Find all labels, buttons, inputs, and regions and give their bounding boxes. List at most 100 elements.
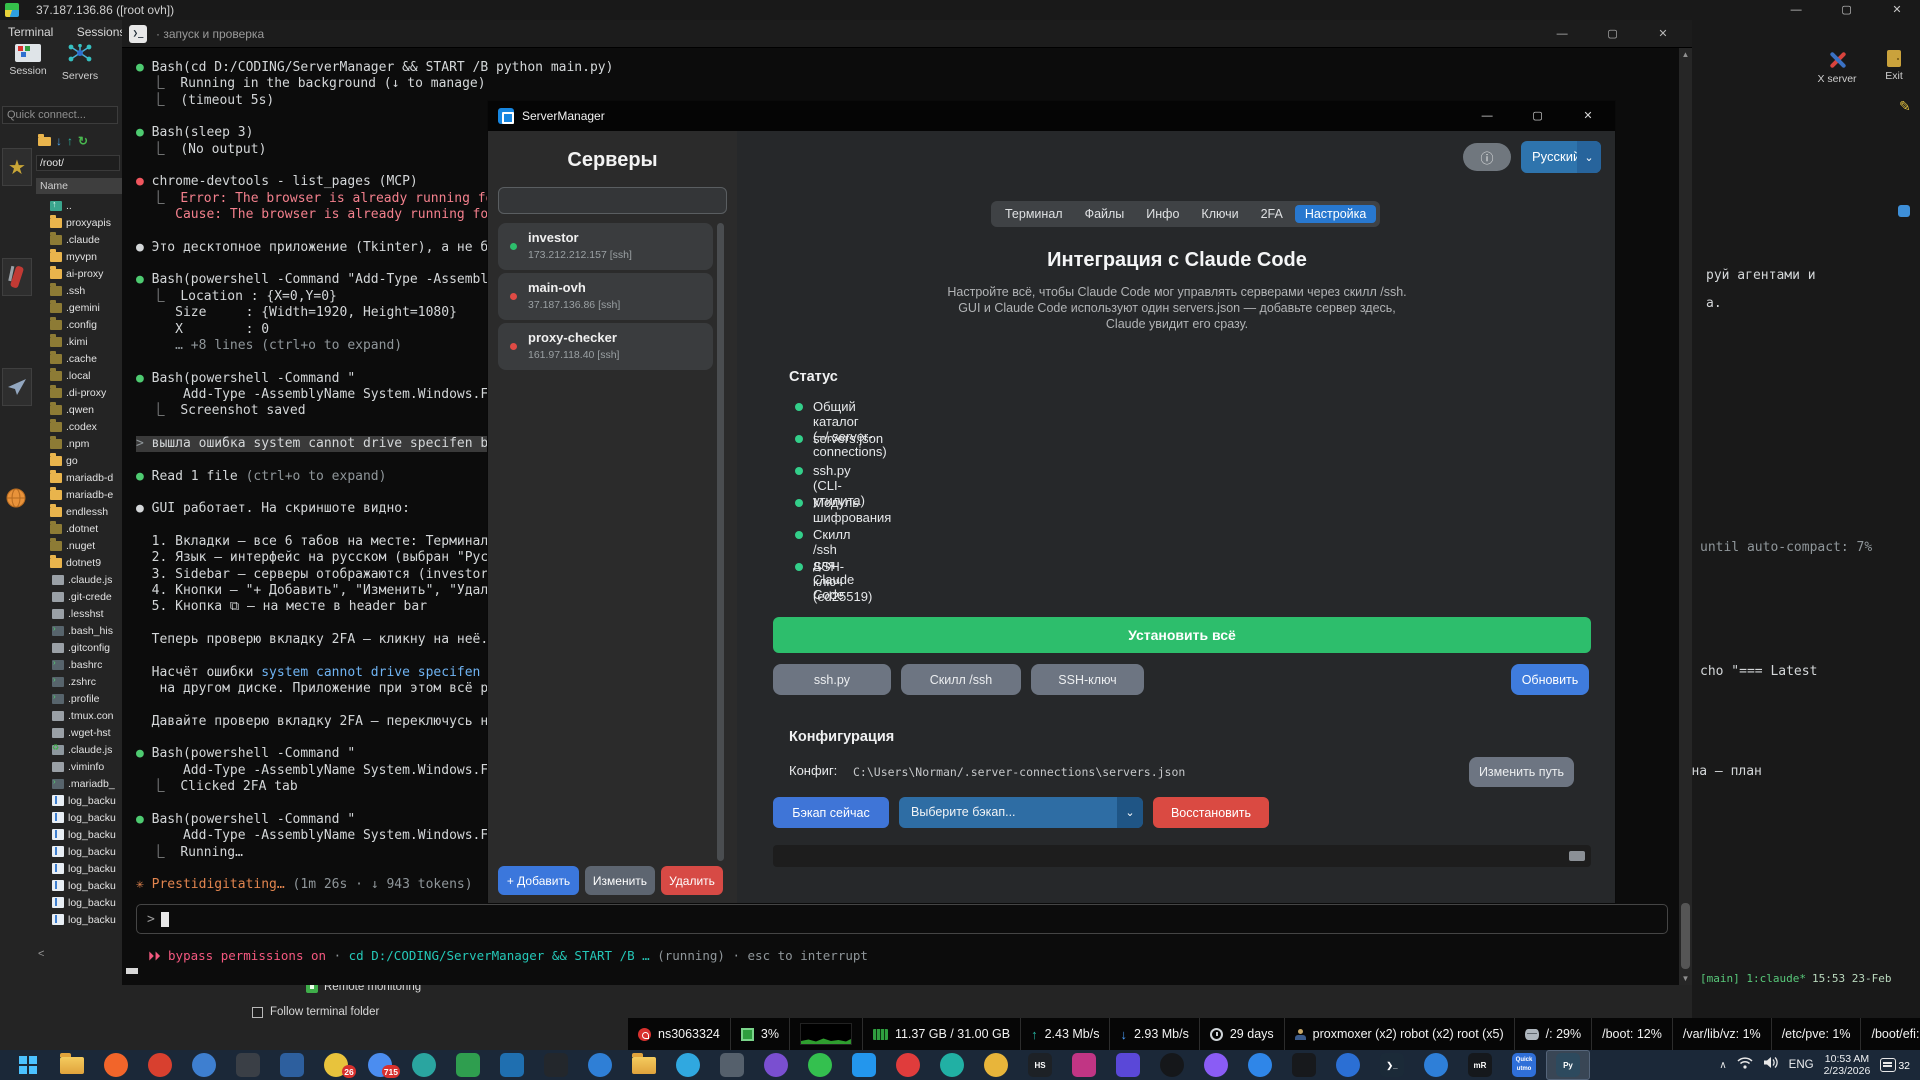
taskbar-icon-browser-red[interactable] — [138, 1050, 182, 1080]
file-item[interactable]: .claude — [36, 231, 122, 248]
file-item[interactable]: .dotnet — [36, 520, 122, 537]
path-input[interactable]: /root/ — [36, 155, 120, 171]
server-search-input[interactable] — [498, 187, 727, 214]
file-item[interactable]: go — [36, 452, 122, 469]
terminal-titlebar[interactable]: ❯_ · запуск и проверка — ▢ ✕ — [122, 20, 1692, 48]
follow-terminal-checkbox[interactable]: Follow terminal folder — [252, 1006, 379, 1018]
restore-button[interactable]: Восстановить — [1153, 797, 1269, 828]
file-item[interactable]: .bash_his — [36, 622, 122, 639]
terminal-scrollbar[interactable]: ▲ ▼ — [1679, 48, 1692, 985]
file-item[interactable]: .. — [36, 197, 122, 214]
file-item[interactable]: log_backu — [36, 911, 122, 928]
file-item[interactable]: ai-proxy — [36, 265, 122, 282]
taskbar-icon-teal-app[interactable] — [402, 1050, 446, 1080]
language-indicator[interactable]: ENG — [1789, 1059, 1814, 1071]
session-button[interactable]: Session — [4, 44, 52, 77]
blue-shortcut-icon[interactable] — [1898, 205, 1910, 217]
file-item[interactable]: .ssh — [36, 282, 122, 299]
paper-plane-icon[interactable] — [2, 368, 32, 406]
taskbar-icon-dark-app[interactable] — [226, 1050, 270, 1080]
file-item[interactable]: log_backu — [36, 860, 122, 877]
file-item[interactable]: .di-proxy — [36, 384, 122, 401]
taskbar-icon-blue-app[interactable] — [270, 1050, 314, 1080]
info-button[interactable]: ⓘ — [1463, 143, 1511, 171]
file-item[interactable]: log_backu — [36, 894, 122, 911]
tab-Ключи[interactable]: Ключи — [1191, 205, 1248, 223]
menu-sessions[interactable]: Sessions — [77, 25, 126, 39]
notification-center[interactable]: 32 — [1880, 1058, 1910, 1072]
change-path-button[interactable]: Изменить путь — [1469, 757, 1574, 787]
files-column-header[interactable]: Name — [36, 178, 122, 194]
file-item[interactable]: log_backu — [36, 826, 122, 843]
backup-select-dropdown[interactable]: Выберите бэкап... ⌄ — [899, 797, 1143, 828]
taskbar-icon-folder-shortcut[interactable] — [622, 1050, 666, 1080]
taskbar-icon-yellow-app[interactable] — [974, 1050, 1018, 1080]
file-item[interactable]: dotnet9 — [36, 554, 122, 571]
file-item[interactable]: mariadb-d — [36, 469, 122, 486]
pencil-icon[interactable]: ✎ — [1899, 98, 1911, 115]
file-item[interactable]: .local — [36, 367, 122, 384]
file-item[interactable]: .codex — [36, 418, 122, 435]
file-item[interactable]: .tmux.con — [36, 707, 122, 724]
minimize-icon[interactable]: — — [1539, 20, 1585, 48]
taskbar-icon-brave-browser[interactable] — [94, 1050, 138, 1080]
file-item[interactable]: .profile — [36, 690, 122, 707]
file-item[interactable]: .cache — [36, 350, 122, 367]
taskbar-icon-mremoteng[interactable]: mR — [1458, 1050, 1502, 1080]
taskbar-icon-instagram[interactable] — [1062, 1050, 1106, 1080]
taskbar-icon-hs-app[interactable]: HS — [1018, 1050, 1062, 1080]
delete-server-button[interactable]: Удалить — [661, 866, 723, 895]
scroll-up-icon[interactable]: ▲ — [1679, 50, 1692, 59]
file-item[interactable]: .config — [36, 316, 122, 333]
file-item[interactable]: myvpn — [36, 248, 122, 265]
file-item[interactable]: endlessh — [36, 503, 122, 520]
install-chip-ssh.py[interactable]: ssh.py — [773, 664, 891, 695]
backup-now-button[interactable]: Бэкап сейчас — [773, 797, 889, 828]
servers-button[interactable]: Servers — [56, 43, 104, 82]
add-server-button[interactable]: + Добавить — [498, 866, 579, 895]
refresh-icon[interactable]: ↻ — [78, 134, 88, 148]
taskbar-icon-quick-utmo[interactable]: Quick utmo — [1502, 1050, 1546, 1080]
tab-2FA[interactable]: 2FA — [1251, 205, 1293, 223]
taskbar-icon-obs-studio[interactable] — [1150, 1050, 1194, 1080]
file-item[interactable]: .viminfo — [36, 758, 122, 775]
server-list-scrollbar[interactable] — [717, 223, 724, 861]
quick-connect-input[interactable]: Quick connect... — [2, 106, 118, 124]
file-item[interactable]: .kimi — [36, 333, 122, 350]
file-item[interactable]: .claude.js — [36, 741, 122, 758]
maximize-icon[interactable]: ▢ — [1590, 20, 1636, 48]
tray-clock[interactable]: 10:53 AM 2/23/2026 — [1824, 1053, 1871, 1077]
taskbar-icon-chrome-profile-2[interactable]: 715 — [358, 1050, 402, 1080]
scroll-down-icon[interactable]: ▼ — [1679, 974, 1692, 983]
install-chip-SSH-ключ[interactable]: SSH-ключ — [1031, 664, 1144, 695]
file-item[interactable]: .git-crede — [36, 588, 122, 605]
taskbar-icon-monitor-blue[interactable] — [578, 1050, 622, 1080]
tab-Терминал[interactable]: Терминал — [995, 205, 1073, 223]
file-item[interactable]: proxyapis — [36, 214, 122, 231]
file-item[interactable]: .claude.js — [36, 571, 122, 588]
file-item[interactable]: .nuget — [36, 537, 122, 554]
tab-Настройка[interactable]: Настройка — [1294, 205, 1377, 223]
taskbar-icon-gray-app[interactable] — [710, 1050, 754, 1080]
install-all-button[interactable]: Установить всё — [773, 617, 1591, 653]
file-item[interactable]: .bashrc — [36, 656, 122, 673]
x-server-button[interactable]: X server — [1806, 50, 1868, 85]
taskbar-icon-figma[interactable] — [1282, 1050, 1326, 1080]
file-item[interactable]: log_backu — [36, 843, 122, 860]
maximize-icon[interactable]: ▢ — [1515, 101, 1561, 131]
refresh-button[interactable]: Обновить — [1511, 664, 1589, 695]
taskbar-icon-powershell[interactable]: ❯_ — [1370, 1050, 1414, 1080]
taskbar-icon-chrome-profile-1[interactable]: 26 — [314, 1050, 358, 1080]
taskbar-icon-whatsapp[interactable] — [798, 1050, 842, 1080]
taskbar-icon-chat-purple[interactable] — [1194, 1050, 1238, 1080]
file-item[interactable]: .npm — [36, 435, 122, 452]
file-item[interactable]: mariadb-e — [36, 486, 122, 503]
maximize-icon[interactable]: ▢ — [1824, 0, 1870, 20]
file-item[interactable]: .gitconfig — [36, 639, 122, 656]
install-chip-Скилл /ssh[interactable]: Скилл /ssh — [901, 664, 1021, 695]
output-scrollbar-thumb[interactable] — [1569, 851, 1585, 861]
volume-icon[interactable] — [1763, 1056, 1779, 1074]
minimize-icon[interactable]: — — [1464, 101, 1510, 131]
server-card-main-ovh[interactable]: main-ovh 37.187.136.86 [ssh] — [498, 273, 713, 320]
file-item[interactable]: log_backu — [36, 877, 122, 894]
